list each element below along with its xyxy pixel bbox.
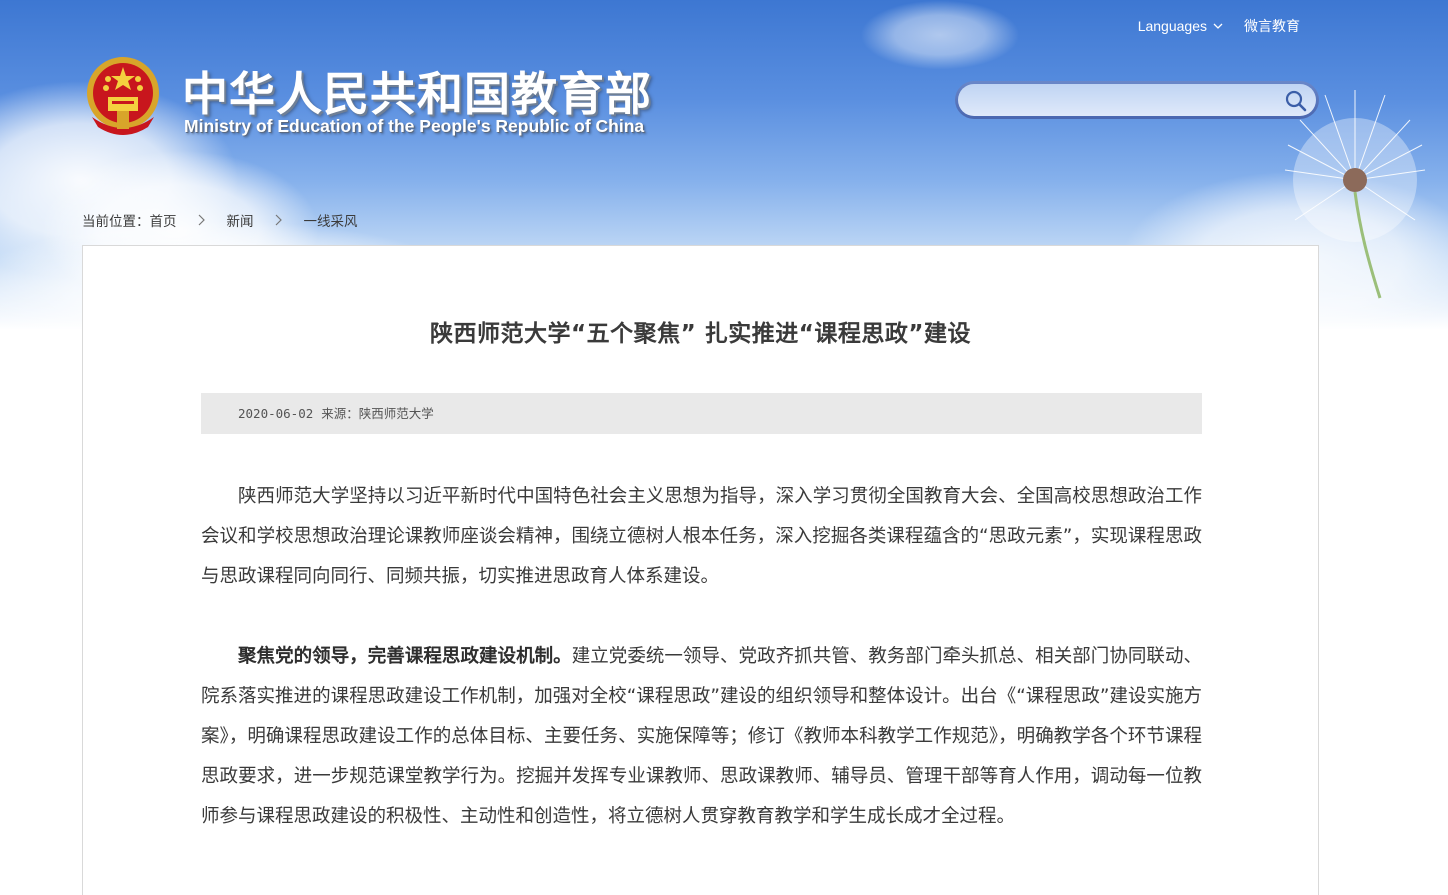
breadcrumb-prefix: 当前位置： xyxy=(82,214,150,230)
breadcrumb: 当前位置： 首页 新闻 一线采风 xyxy=(82,210,358,230)
article-paragraph: 聚焦党的领导，完善课程思政建设机制。建立党委统一领导、党政齐抓共管、教务部门牵头… xyxy=(201,637,1202,837)
breadcrumb-home[interactable]: 首页 xyxy=(150,210,177,230)
cloud-decoration xyxy=(860,0,1020,70)
search-input[interactable] xyxy=(970,88,1270,112)
languages-label: Languages xyxy=(1137,18,1207,34)
article-source: 来源：陕西师范大学 xyxy=(321,406,434,421)
search-icon[interactable] xyxy=(1284,89,1308,113)
article-paragraph: 陕西师范大学坚持以习近平新时代中国特色社会主义思想为指导，深入学习贯彻全国教育大… xyxy=(201,477,1202,597)
article-panel: 陕西师范大学“五个聚焦” 扎实推进“课程思政”建设 2020-06-02 来源：陕… xyxy=(82,245,1319,895)
article-body: 陕西师范大学坚持以习近平新时代中国特色社会主义思想为指导，深入学习贯彻全国教育大… xyxy=(201,477,1202,877)
search-field xyxy=(958,84,1316,116)
article-title: 陕西师范大学“五个聚焦” 扎实推进“课程思政”建设 xyxy=(430,321,971,347)
paragraph-lead: 聚焦党的领导，完善课程思政建设机制。 xyxy=(238,646,572,667)
paragraph-text: 建立党委统一领导、党政齐抓共管、教务部门牵头抓总、相关部门协同联动、院系落实推进… xyxy=(201,646,1202,827)
breadcrumb-frontline[interactable]: 一线采风 xyxy=(304,210,358,230)
languages-menu[interactable]: Languages xyxy=(1138,18,1224,34)
search-box xyxy=(955,81,1319,119)
weibo-link[interactable]: 微言教育 xyxy=(1244,16,1300,36)
national-emblem-icon xyxy=(87,57,159,135)
chevron-right-icon xyxy=(198,214,205,226)
breadcrumb-news[interactable]: 新闻 xyxy=(227,210,254,230)
article-date: 2020-06-02 xyxy=(238,406,314,421)
site-title-en: Ministry of Education of the People's Re… xyxy=(184,116,645,136)
article-meta: 2020-06-02 来源：陕西师范大学 xyxy=(201,393,1202,434)
chevron-down-icon xyxy=(1213,23,1223,29)
site-title-zh: 中华人民共和国教育部 xyxy=(182,67,652,121)
top-links: Languages 微言教育 xyxy=(1138,16,1300,36)
chevron-right-icon xyxy=(275,214,282,226)
paragraph-text: 陕西师范大学坚持以习近平新时代中国特色社会主义思想为指导，深入学习贯彻全国教育大… xyxy=(201,486,1202,587)
